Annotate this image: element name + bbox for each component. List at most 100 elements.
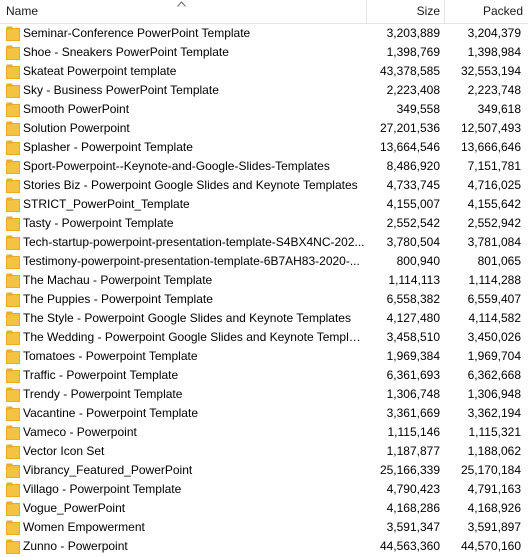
file-row-size: 800,940 [396, 254, 440, 268]
file-row-size: 3,458,510 [386, 330, 440, 344]
file-row[interactable]: Skateat Powerpoint template 43,378,585 32,… [0, 62, 528, 81]
file-row[interactable]: Tasty - Powerpoint Template 2,552,542 2,55… [0, 214, 528, 233]
file-row-packed: 1,969,704 [467, 349, 521, 363]
file-row-size: 43,378,585 [379, 64, 440, 78]
file-row[interactable]: The Wedding - Powerpoint Google Slides a… [0, 328, 528, 347]
file-row-name: Stories Biz - Powerpoint Google Slides a… [23, 178, 358, 192]
file-row-packed: 1,306,948 [467, 387, 521, 401]
folder-icon [6, 254, 20, 269]
column-header-bar: Name Size Packed [0, 0, 528, 24]
file-row-size: 3,361,669 [386, 406, 440, 420]
file-row-packed: 2,223,748 [467, 83, 521, 97]
file-row-packed: 44,570,160 [460, 539, 521, 553]
file-row[interactable]: The Machau - Powerpoint Template 1,114,11… [0, 271, 528, 290]
file-row-size: 1,115,146 [387, 425, 441, 439]
file-row-size: 2,223,408 [386, 83, 440, 97]
file-row[interactable]: Splasher - Powerpoint Template 13,664,546… [0, 138, 528, 157]
file-row-size: 25,166,339 [379, 463, 440, 477]
folder-icon [6, 178, 20, 193]
file-row-name: Tech-startup-powerpoint-presentation-tem… [23, 235, 365, 249]
file-row-size: 8,486,920 [386, 159, 440, 173]
folder-icon [6, 311, 20, 326]
file-row-packed: 3,450,026 [467, 330, 521, 344]
file-row-size: 4,168,286 [386, 501, 440, 515]
file-row-name: Tomatoes - Powerpoint Template [23, 349, 198, 363]
file-row-name: Villago - Powerpoint Template [23, 482, 182, 496]
file-row-name: Tasty - Powerpoint Template [23, 216, 174, 230]
file-row-name: Seminar-Conference PowerPoint Template [23, 26, 251, 40]
folder-icon [6, 368, 20, 383]
folder-icon [6, 406, 20, 421]
folder-icon [6, 26, 20, 41]
file-row[interactable]: The Style - Powerpoint Google Slides and… [0, 309, 528, 328]
folder-icon [6, 292, 20, 307]
file-row[interactable]: Testimony-powerpoint-presentation-templa… [0, 252, 528, 271]
folder-icon [6, 102, 20, 117]
file-row[interactable]: The Puppies - Powerpoint Template 6,558,3… [0, 290, 528, 309]
column-header-size[interactable]: Size [367, 0, 445, 23]
file-row[interactable]: Zunno - Powerpoint 44,563,360 44,570,160 [0, 537, 528, 556]
column-header-packed[interactable]: Packed [445, 0, 528, 23]
file-row-packed: 32,553,194 [460, 64, 521, 78]
file-row[interactable]: Vameco - Powerpoint 1,115,146 1,115,321 [0, 423, 528, 442]
file-row-packed: 12,507,493 [460, 121, 521, 135]
file-row-name: Skateat Powerpoint template [23, 64, 177, 78]
file-row-packed: 3,362,194 [467, 406, 521, 420]
file-row-name: STRICT_PowerPoint_Template [23, 197, 190, 211]
file-row[interactable]: Traffic - Powerpoint Template 6,361,693 6,… [0, 366, 528, 385]
file-row-size: 13,664,546 [379, 140, 440, 154]
file-row[interactable]: Vogue_PowerPoint 4,168,286 4,168,926 [0, 499, 528, 518]
file-row-packed: 1,398,984 [467, 45, 521, 59]
file-row-packed: 4,114,582 [468, 311, 522, 325]
file-row-packed: 349,618 [477, 102, 521, 116]
file-row-name: The Machau - Powerpoint Template [23, 273, 213, 287]
file-row-size: 27,201,536 [379, 121, 440, 135]
file-row-size: 1,306,748 [386, 387, 440, 401]
file-row[interactable]: Sky - Business PowerPoint Template 2,223,… [0, 81, 528, 100]
file-row[interactable]: Women Empowerment 3,591,347 3,591,897 [0, 518, 528, 537]
folder-icon [6, 83, 20, 98]
folder-icon [6, 197, 20, 212]
file-list-view[interactable]: Name Size Packed Seminar-Conference Powe… [0, 0, 528, 557]
file-row[interactable]: Tomatoes - Powerpoint Template 1,969,384 1… [0, 347, 528, 366]
file-row[interactable]: Smooth PowerPoint 349,558 349,618 [0, 100, 528, 119]
file-row-size: 3,203,889 [386, 26, 440, 40]
file-row-size: 1,398,769 [386, 45, 440, 59]
file-row-name: The Style - Powerpoint Google Slides and… [23, 311, 351, 325]
folder-icon [6, 501, 20, 516]
folder-icon [6, 140, 20, 155]
folder-icon [6, 387, 20, 402]
file-row-name: Sky - Business PowerPoint Template [23, 83, 219, 97]
column-header-size-label: Size [416, 4, 440, 18]
file-row[interactable]: STRICT_PowerPoint_Template 4,155,007 4,155… [0, 195, 528, 214]
file-row-name: Sport-Powerpoint--Keynote-and-Google-Sli… [23, 159, 330, 173]
file-row[interactable]: Shoe - Sneakers PowerPoint Template 1,398… [0, 43, 528, 62]
file-row[interactable]: Solution Powerpoint 27,201,536 12,507,493 [0, 119, 528, 138]
file-row-name: Splasher - Powerpoint Template [23, 140, 193, 154]
folder-icon [6, 425, 20, 440]
file-row-packed: 7,151,781 [467, 159, 521, 173]
file-row[interactable]: Stories Biz - Powerpoint Google Slides a… [0, 176, 528, 195]
file-row-name: Shoe - Sneakers PowerPoint Template [23, 45, 229, 59]
file-row[interactable]: Vacantine - Powerpoint Template 3,361,669… [0, 404, 528, 423]
file-row[interactable]: Vector Icon Set 1,187,877 1,188,062 [0, 442, 528, 461]
file-row[interactable]: Villago - Powerpoint Template 4,790,423 4,… [0, 480, 528, 499]
folder-icon [6, 520, 20, 535]
folder-icon [6, 235, 20, 250]
folder-icon [6, 539, 20, 554]
file-row[interactable]: Vibrancy_Featured_PowerPoint 25,166,339 25… [0, 461, 528, 480]
file-row-name: Vibrancy_Featured_PowerPoint [23, 463, 193, 477]
file-row-name: Vector Icon Set [23, 444, 105, 458]
file-row-name: The Wedding - Powerpoint Google Slides a… [23, 330, 366, 344]
file-row[interactable]: Tech-startup-powerpoint-presentation-tem… [0, 233, 528, 252]
file-row-packed: 4,716,025 [467, 178, 521, 192]
file-row-name: Vacantine - Powerpoint Template [23, 406, 198, 420]
file-row-size: 6,361,693 [386, 368, 440, 382]
file-row[interactable]: Sport-Powerpoint--Keynote-and-Google-Sli… [0, 157, 528, 176]
file-row-name: Vogue_PowerPoint [23, 501, 126, 515]
file-row-packed: 3,591,897 [467, 520, 521, 534]
folder-icon [6, 482, 20, 497]
file-row[interactable]: Seminar-Conference PowerPoint Template 3,… [0, 24, 528, 43]
file-row[interactable]: Trendy - Powerpoint Template 1,306,748 1,3… [0, 385, 528, 404]
file-row-packed: 6,559,407 [467, 292, 521, 306]
